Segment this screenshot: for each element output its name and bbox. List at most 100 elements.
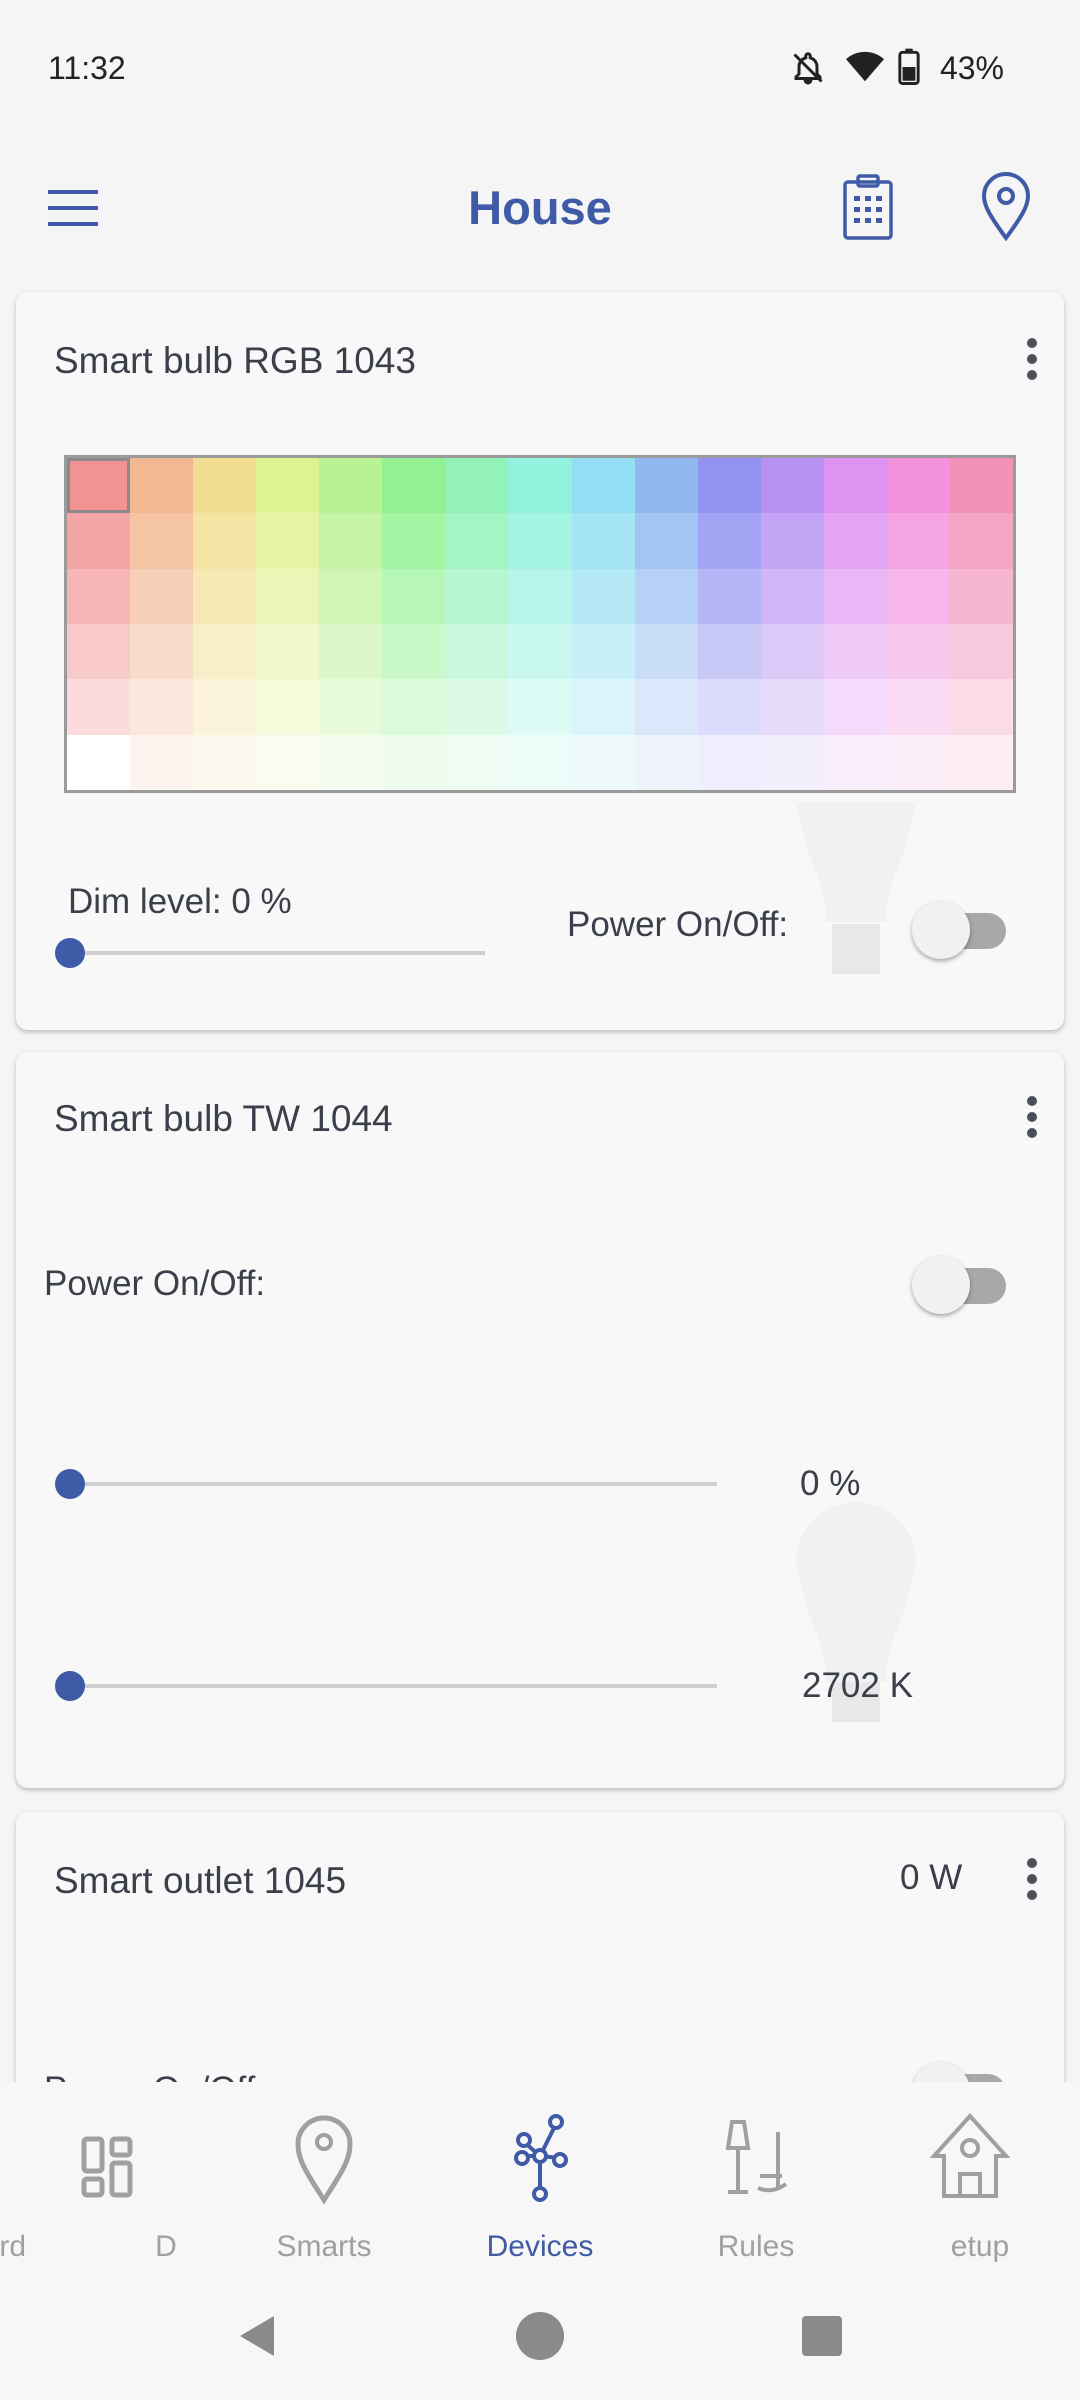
palette-swatch[interactable] (130, 734, 194, 790)
palette-swatch[interactable] (634, 679, 698, 735)
palette-swatch[interactable] (67, 734, 131, 790)
palette-swatch[interactable] (634, 623, 698, 680)
power-toggle[interactable] (912, 897, 1012, 959)
palette-swatch[interactable] (256, 568, 320, 624)
color-palette[interactable] (64, 455, 1016, 793)
palette-swatch[interactable] (571, 458, 635, 514)
color-temperature-slider[interactable] (55, 1671, 717, 1701)
palette-swatch[interactable] (571, 568, 635, 624)
brightness-slider[interactable] (55, 1469, 717, 1499)
palette-swatch[interactable] (760, 458, 824, 514)
palette-swatch[interactable] (193, 679, 257, 735)
palette-swatch[interactable] (886, 623, 950, 680)
palette-swatch[interactable] (130, 568, 194, 624)
palette-swatch[interactable] (886, 513, 950, 569)
more-options-icon[interactable] (1026, 338, 1038, 382)
palette-swatch[interactable] (67, 513, 131, 569)
slider-thumb[interactable] (55, 1671, 85, 1701)
palette-swatch[interactable] (949, 734, 1013, 790)
palette-swatch[interactable] (508, 734, 572, 790)
palette-swatch[interactable] (697, 513, 761, 569)
palette-swatch[interactable] (697, 458, 761, 514)
back-button[interactable] (234, 2312, 282, 2360)
palette-swatch[interactable] (67, 623, 131, 680)
palette-swatch[interactable] (193, 513, 257, 569)
palette-swatch[interactable] (445, 679, 509, 735)
palette-swatch[interactable] (256, 513, 320, 569)
palette-swatch[interactable] (445, 513, 509, 569)
palette-swatch[interactable] (445, 458, 509, 514)
palette-swatch[interactable] (823, 513, 887, 569)
location-pin-icon[interactable] (980, 172, 1032, 242)
palette-swatch[interactable] (193, 734, 257, 790)
palette-swatch[interactable] (382, 734, 446, 790)
palette-swatch[interactable] (319, 458, 383, 514)
palette-swatch[interactable] (886, 568, 950, 624)
palette-swatch[interactable] (760, 623, 824, 680)
palette-swatch[interactable] (508, 679, 572, 735)
palette-swatch[interactable] (949, 458, 1013, 514)
palette-swatch[interactable] (67, 679, 131, 735)
palette-swatch[interactable] (508, 623, 572, 680)
palette-swatch[interactable] (697, 679, 761, 735)
palette-swatch[interactable] (382, 568, 446, 624)
more-options-icon[interactable] (1026, 1858, 1038, 1902)
palette-swatch[interactable] (130, 679, 194, 735)
palette-swatch[interactable] (949, 623, 1013, 680)
palette-swatch[interactable] (886, 679, 950, 735)
palette-swatch[interactable] (319, 734, 383, 790)
home-button[interactable] (516, 2312, 564, 2360)
palette-swatch[interactable] (256, 623, 320, 680)
palette-swatch[interactable] (949, 679, 1013, 735)
slider-thumb[interactable] (55, 1469, 85, 1499)
palette-swatch[interactable] (256, 734, 320, 790)
palette-swatch[interactable] (67, 568, 131, 624)
palette-swatch[interactable] (697, 734, 761, 790)
palette-swatch[interactable] (823, 679, 887, 735)
palette-swatch[interactable] (508, 513, 572, 569)
palette-swatch[interactable] (193, 623, 257, 680)
palette-swatch[interactable] (445, 734, 509, 790)
palette-swatch[interactable] (382, 458, 446, 514)
palette-swatch[interactable] (697, 568, 761, 624)
slider-thumb[interactable] (55, 938, 85, 968)
palette-swatch[interactable] (886, 734, 950, 790)
palette-swatch[interactable] (67, 458, 131, 514)
palette-swatch[interactable] (445, 623, 509, 680)
palette-swatch[interactable] (256, 679, 320, 735)
recents-button[interactable] (802, 2316, 842, 2356)
palette-swatch[interactable] (130, 623, 194, 680)
dim-slider[interactable] (55, 938, 485, 968)
palette-swatch[interactable] (319, 513, 383, 569)
palette-swatch[interactable] (823, 734, 887, 790)
palette-swatch[interactable] (193, 458, 257, 514)
palette-swatch[interactable] (949, 513, 1013, 569)
menu-icon[interactable] (46, 188, 100, 228)
palette-swatch[interactable] (823, 568, 887, 624)
palette-swatch[interactable] (760, 568, 824, 624)
palette-swatch[interactable] (634, 734, 698, 790)
palette-swatch[interactable] (760, 679, 824, 735)
palette-swatch[interactable] (319, 679, 383, 735)
palette-swatch[interactable] (571, 734, 635, 790)
palette-swatch[interactable] (949, 568, 1013, 624)
palette-swatch[interactable] (697, 623, 761, 680)
palette-swatch[interactable] (382, 679, 446, 735)
palette-swatch[interactable] (634, 568, 698, 624)
palette-swatch[interactable] (508, 458, 572, 514)
palette-swatch[interactable] (760, 513, 824, 569)
power-toggle[interactable] (912, 1252, 1012, 1314)
palette-swatch[interactable] (760, 734, 824, 790)
palette-swatch[interactable] (382, 623, 446, 680)
palette-swatch[interactable] (634, 458, 698, 514)
palette-swatch[interactable] (256, 458, 320, 514)
palette-swatch[interactable] (634, 513, 698, 569)
palette-swatch[interactable] (319, 568, 383, 624)
palette-swatch[interactable] (445, 568, 509, 624)
palette-swatch[interactable] (193, 568, 257, 624)
palette-swatch[interactable] (508, 568, 572, 624)
palette-swatch[interactable] (571, 679, 635, 735)
palette-swatch[interactable] (571, 623, 635, 680)
palette-swatch[interactable] (382, 513, 446, 569)
palette-swatch[interactable] (886, 458, 950, 514)
